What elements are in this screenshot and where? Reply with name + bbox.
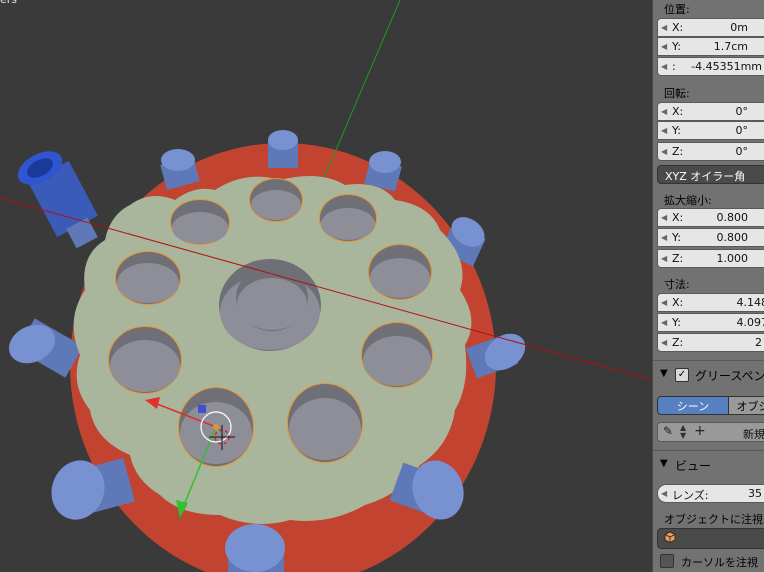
pencil-icon[interactable]: ✎ bbox=[663, 424, 673, 438]
rotation-y-field[interactable]: ◀ Y: 0° bbox=[657, 121, 764, 140]
hole[interactable] bbox=[287, 383, 363, 463]
collapse-triangle-icon[interactable]: ▼ bbox=[660, 368, 668, 379]
field-key: レンズ: bbox=[672, 489, 709, 502]
lock-to-object-label: オブジェクトに注視 bbox=[664, 513, 763, 526]
field-value: 0° bbox=[735, 145, 749, 158]
plus-icon[interactable]: + bbox=[694, 423, 706, 439]
divider bbox=[653, 450, 764, 451]
location-label: 位置: bbox=[664, 3, 690, 16]
hole[interactable] bbox=[170, 199, 230, 245]
rotation-z-field[interactable]: ◀ Z: 0° bbox=[657, 142, 764, 161]
field-key: X: bbox=[672, 21, 684, 34]
location-z-field[interactable]: ◀: -4.45351mm bbox=[657, 57, 764, 76]
dimensions-x-field[interactable]: ◀ X: 4.148 bbox=[657, 293, 764, 312]
lock-object-field[interactable] bbox=[657, 528, 764, 549]
object-cube-icon bbox=[664, 531, 676, 543]
hole[interactable] bbox=[368, 244, 432, 300]
decrement-arrow-icon[interactable]: ◀ bbox=[661, 338, 667, 347]
field-key: X: bbox=[672, 211, 684, 224]
decrement-arrow-icon[interactable]: ◀ bbox=[661, 489, 667, 498]
field-key: Y: bbox=[672, 124, 681, 137]
field-value: -4.45351mm bbox=[691, 60, 762, 73]
new-button-label[interactable]: 新規 bbox=[743, 426, 764, 442]
field-value: 4.097 bbox=[736, 316, 764, 329]
up-down-arrow-icon[interactable]: ▲ ▼ bbox=[680, 424, 686, 440]
decrement-arrow-icon[interactable]: ◀ bbox=[661, 147, 667, 156]
scale-label: 拡大縮小: bbox=[664, 194, 712, 207]
viewport-scene[interactable] bbox=[0, 0, 652, 572]
field-value: 35 bbox=[748, 487, 762, 500]
object-origin-icon bbox=[213, 424, 219, 430]
decrement-arrow-icon[interactable]: ◀ bbox=[661, 62, 667, 71]
field-value: 0.800 bbox=[716, 231, 749, 244]
field-value: 0° bbox=[735, 105, 749, 118]
z-axis-handle-icon[interactable] bbox=[198, 405, 206, 413]
location-x-field[interactable]: ◀ X: 0m bbox=[657, 18, 764, 37]
field-key: Z: bbox=[672, 336, 684, 349]
divider bbox=[653, 360, 764, 361]
viewport-corner-text: ers bbox=[0, 0, 17, 6]
field-value: 0m bbox=[730, 21, 748, 34]
hole[interactable] bbox=[108, 326, 182, 394]
field-value: 4.148 bbox=[736, 296, 764, 309]
field-key: Y: bbox=[672, 40, 681, 53]
pin-selected-tube[interactable] bbox=[12, 144, 98, 249]
dimensions-y-field[interactable]: ◀ Y: 4.097 bbox=[657, 313, 764, 332]
field-key: Z: bbox=[672, 252, 684, 265]
view-header[interactable]: ▼ ビュー bbox=[653, 454, 764, 476]
tab-scene[interactable]: シーン bbox=[657, 396, 729, 415]
field-key: Z: bbox=[672, 145, 684, 158]
field-key: X: bbox=[672, 105, 684, 118]
grease-pencil-datablock[interactable]: ✎ ▲ ▼ + 新規 bbox=[657, 422, 764, 442]
field-key: Y: bbox=[672, 231, 681, 244]
pin[interactable] bbox=[268, 130, 298, 168]
decrement-arrow-icon[interactable]: ◀ bbox=[661, 42, 667, 51]
section-title: ビュー bbox=[675, 459, 712, 473]
scale-y-field[interactable]: ◀ Y: 0.800 bbox=[657, 228, 764, 247]
hole[interactable] bbox=[249, 178, 303, 222]
decrement-arrow-icon[interactable]: ◀ bbox=[661, 318, 667, 327]
decrement-arrow-icon[interactable]: ◀ bbox=[661, 126, 667, 135]
tab-object[interactable]: オブジ bbox=[728, 396, 764, 415]
dimensions-z-field[interactable]: ◀ Z: 2 bbox=[657, 333, 764, 352]
field-value: 1.000 bbox=[716, 252, 749, 265]
field-value: 0° bbox=[735, 124, 749, 137]
decrement-arrow-icon[interactable]: ◀ bbox=[661, 298, 667, 307]
3d-viewport[interactable]: ers bbox=[0, 0, 652, 572]
decrement-arrow-icon[interactable]: ◀ bbox=[661, 107, 667, 116]
field-value: 2 bbox=[755, 336, 762, 349]
field-value: 1.7cm bbox=[713, 40, 748, 53]
field-value: 0.800 bbox=[716, 211, 749, 224]
rotation-x-field[interactable]: ◀ X: 0° bbox=[657, 102, 764, 121]
decrement-arrow-icon[interactable]: ◀ bbox=[661, 233, 667, 242]
pin[interactable] bbox=[43, 453, 135, 527]
dropdown-value: XYZ オイラー角 bbox=[665, 170, 746, 183]
center-hub[interactable] bbox=[219, 259, 321, 351]
lens-field[interactable]: ◀ レンズ: 35 bbox=[657, 484, 764, 503]
hole[interactable] bbox=[115, 251, 181, 305]
properties-panel[interactable]: 位置: ◀ X: 0m ◀ Y: 1.7cm ◀: -4.45351mm 回転: ◀ X: 0… bbox=[652, 0, 764, 572]
hole[interactable] bbox=[361, 322, 433, 388]
decrement-arrow-icon[interactable]: ◀ bbox=[661, 23, 667, 32]
decrement-arrow-icon[interactable]: ◀ bbox=[661, 213, 667, 222]
field-key: : bbox=[672, 60, 676, 73]
decrement-arrow-icon[interactable]: ◀ bbox=[661, 254, 667, 263]
scale-x-field[interactable]: ◀ X: 0.800 bbox=[657, 208, 764, 227]
collapse-triangle-icon[interactable]: ▼ bbox=[660, 458, 668, 469]
location-y-field[interactable]: ◀ Y: 1.7cm bbox=[657, 37, 764, 56]
section-title: グリースペン bbox=[695, 369, 764, 383]
pin[interactable] bbox=[225, 524, 285, 572]
grease-pencil-checkbox[interactable]: ✓ bbox=[675, 368, 689, 382]
rotation-mode-dropdown[interactable]: XYZ オイラー角 bbox=[657, 165, 764, 184]
rotation-label: 回転: bbox=[664, 87, 690, 100]
lock-to-cursor-label: カーソルを注視 bbox=[681, 556, 758, 569]
hole[interactable] bbox=[319, 194, 377, 242]
grease-pencil-header[interactable]: ▼ ✓ グリースペン bbox=[653, 364, 764, 386]
lock-to-cursor-checkbox[interactable] bbox=[660, 554, 674, 568]
dimensions-label: 寸法: bbox=[664, 278, 690, 291]
scale-z-field[interactable]: ◀ Z: 1.000 bbox=[657, 249, 764, 268]
field-key: X: bbox=[672, 296, 684, 309]
field-key: Y: bbox=[672, 316, 681, 329]
